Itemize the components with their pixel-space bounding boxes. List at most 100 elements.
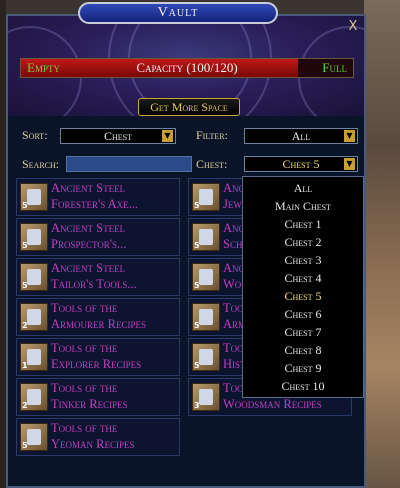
item-name: Tools of the Tinker Recipes bbox=[51, 380, 181, 412]
list-item[interactable]: 1 Tools of the Explorer Recipes bbox=[16, 338, 180, 376]
item-name-line2: Tailor's Tools... bbox=[51, 277, 137, 291]
toolkit-icon: 2 bbox=[20, 383, 48, 411]
toolkit-icon: 2 bbox=[20, 303, 48, 331]
chevron-down-icon[interactable]: ▼ bbox=[344, 130, 355, 142]
item-name-line1: Ancient Steel bbox=[51, 221, 126, 235]
capacity-full-label: Full bbox=[322, 60, 347, 75]
item-count: 5 bbox=[194, 321, 200, 330]
filter-value: All bbox=[291, 129, 311, 143]
toolkit-icon: 5 bbox=[20, 263, 48, 291]
list-item[interactable]: 5 Ancient Steel Forester's Axe... bbox=[16, 178, 180, 216]
chevron-down-icon[interactable]: ▼ bbox=[344, 158, 355, 170]
item-name-line2: Woodsman Recipes bbox=[223, 397, 322, 411]
toolkit-icon: 5 bbox=[192, 263, 220, 291]
toolkit-icon: 5 bbox=[20, 223, 48, 251]
chest-select[interactable]: Chest 5 ▼ bbox=[244, 156, 358, 172]
chest-label: Chest: bbox=[196, 157, 228, 171]
capacity-bar: Empty Capacity (100/120) Full bbox=[20, 58, 354, 78]
chest-option[interactable]: All bbox=[243, 179, 363, 197]
toolkit-icon: 5 bbox=[20, 423, 48, 451]
item-count: 5 bbox=[194, 281, 200, 290]
item-name-line1: Ancient Steel bbox=[51, 181, 126, 195]
list-item[interactable]: 2 Tools of the Armourer Recipes bbox=[16, 298, 180, 336]
item-name-line2: Yeoman Recipes bbox=[51, 437, 135, 451]
chest-option[interactable]: Chest 9 bbox=[243, 359, 363, 377]
chest-option[interactable]: Chest 5 bbox=[243, 287, 363, 305]
item-name: Tools of the Armourer Recipes bbox=[51, 300, 181, 332]
get-more-space-button[interactable]: Get More Space bbox=[138, 98, 240, 116]
toolkit-icon: 5 bbox=[20, 183, 48, 211]
item-count: 5 bbox=[194, 201, 200, 210]
toolkit-icon: 3 bbox=[192, 383, 220, 411]
item-name: Ancient Steel Tailor's Tools... bbox=[51, 260, 181, 292]
sort-select[interactable]: Chest ▼ bbox=[60, 128, 176, 144]
chest-option[interactable]: Chest 7 bbox=[243, 323, 363, 341]
toolkit-icon: 5 bbox=[192, 343, 220, 371]
list-item[interactable]: 5 Tools of the Yeoman Recipes bbox=[16, 418, 180, 456]
toolkit-icon-shape bbox=[199, 389, 213, 405]
chevron-down-icon[interactable]: ▼ bbox=[162, 130, 173, 142]
item-count: 5 bbox=[22, 201, 28, 210]
item-name-line2: Armourer Recipes bbox=[51, 317, 147, 331]
item-count: 5 bbox=[22, 441, 28, 450]
item-name-line2: Prospector's... bbox=[51, 237, 127, 251]
filter-select[interactable]: All ▼ bbox=[244, 128, 358, 144]
item-name-line1: Ancient Steel bbox=[51, 261, 126, 275]
toolkit-icon-shape bbox=[199, 349, 213, 365]
list-item[interactable]: 2 Tools of the Tinker Recipes bbox=[16, 378, 180, 416]
toolkit-icon-shape bbox=[27, 269, 41, 285]
toolkit-icon-shape bbox=[27, 349, 41, 365]
chest-option[interactable]: Chest 1 bbox=[243, 215, 363, 233]
sort-value: Chest bbox=[103, 129, 132, 143]
toolkit-icon-shape bbox=[199, 309, 213, 325]
item-count: 5 bbox=[22, 281, 28, 290]
capacity-text: Capacity (100/120) bbox=[136, 60, 238, 75]
item-name-line2: Explorer Recipes bbox=[51, 357, 142, 371]
item-name: Tools of the Explorer Recipes bbox=[51, 340, 181, 372]
toolkit-icon-shape bbox=[199, 269, 213, 285]
chest-option[interactable]: Chest 10 bbox=[243, 377, 363, 395]
chest-option[interactable]: Chest 4 bbox=[243, 269, 363, 287]
item-name-line2: Tinker Recipes bbox=[51, 397, 128, 411]
item-name-line2: Forester's Axe... bbox=[51, 197, 139, 211]
search-label: Search: bbox=[22, 157, 60, 171]
item-count: 5 bbox=[194, 241, 200, 250]
toolkit-icon-shape bbox=[199, 189, 213, 205]
close-icon[interactable]: X bbox=[346, 20, 360, 34]
item-name-line1: Tools of the bbox=[51, 301, 118, 315]
item-name-line1: Tools of the bbox=[51, 381, 118, 395]
toolkit-icon-shape bbox=[27, 309, 41, 325]
chest-option[interactable]: Chest 6 bbox=[243, 305, 363, 323]
toolkit-icon-shape bbox=[27, 189, 41, 205]
search-input[interactable] bbox=[66, 156, 192, 172]
item-name-line1: Tools of the bbox=[51, 341, 118, 355]
item-count: 2 bbox=[22, 321, 28, 330]
chest-option[interactable]: Main Chest bbox=[243, 197, 363, 215]
window-title[interactable]: Vault bbox=[78, 2, 278, 24]
chest-option[interactable]: Chest 3 bbox=[243, 251, 363, 269]
vault-header: Empty Capacity (100/120) Full Get More S… bbox=[8, 16, 364, 116]
chest-option[interactable]: Chest 2 bbox=[243, 233, 363, 251]
item-count: 5 bbox=[194, 361, 200, 370]
item-count: 3 bbox=[194, 401, 200, 410]
item-name: Tools of the Yeoman Recipes bbox=[51, 420, 181, 452]
sort-label: Sort: bbox=[22, 128, 48, 142]
chest-option[interactable]: Chest 8 bbox=[243, 341, 363, 359]
toolkit-icon: 1 bbox=[20, 343, 48, 371]
toolkit-icon-shape bbox=[27, 389, 41, 405]
list-item[interactable]: 5 Ancient Steel Prospector's... bbox=[16, 218, 180, 256]
item-count: 2 bbox=[22, 401, 28, 410]
toolkit-icon-shape bbox=[27, 429, 41, 445]
filter-label: Filter: bbox=[196, 128, 228, 142]
list-item[interactable]: 5 Ancient Steel Tailor's Tools... bbox=[16, 258, 180, 296]
item-count: 5 bbox=[22, 241, 28, 250]
toolkit-icon: 5 bbox=[192, 183, 220, 211]
toolkit-icon-shape bbox=[199, 229, 213, 245]
chest-dropdown: All Main Chest Chest 1 Chest 2 Chest 3 Chest … bbox=[242, 176, 364, 398]
item-count: 1 bbox=[22, 361, 28, 370]
toolkit-icon: 5 bbox=[192, 303, 220, 331]
background-scenery bbox=[364, 0, 400, 488]
item-name: Ancient Steel Forester's Axe... bbox=[51, 180, 181, 212]
toolkit-icon: 5 bbox=[192, 223, 220, 251]
item-name: Ancient Steel Prospector's... bbox=[51, 220, 181, 252]
